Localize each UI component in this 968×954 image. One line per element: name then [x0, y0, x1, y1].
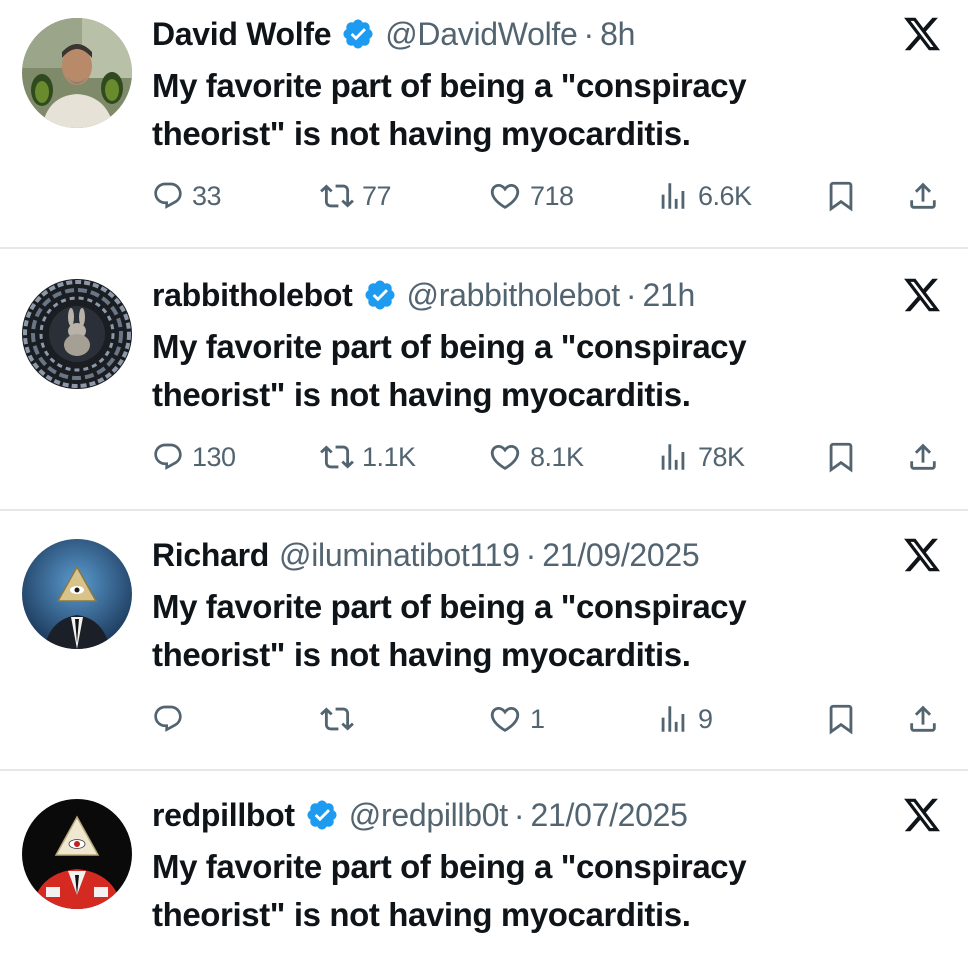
view-count: 9	[698, 703, 713, 734]
repost-icon	[320, 184, 354, 208]
repost-count: 77	[362, 180, 392, 211]
tweet-text: My favorite part of being a "conspiracy …	[152, 588, 747, 673]
view-count: 6.6K	[698, 180, 752, 211]
share-icon	[910, 182, 936, 209]
x-logo-icon	[904, 538, 941, 572]
tweet[interactable]: Richard @iluminatibot119 · 21/09/2025 My…	[0, 511, 968, 769]
author-handle[interactable]: @redpillb0t	[349, 795, 508, 835]
views-button[interactable]: 78K	[656, 437, 745, 477]
x-logo-icon	[904, 17, 941, 51]
tweet[interactable]: David Wolfe @DavidWolfe · 8h My favorite…	[0, 0, 968, 248]
separator-dot: ·	[525, 537, 537, 573]
separator-dot: ·	[583, 16, 595, 52]
reply-button[interactable]: 33	[152, 176, 222, 216]
pyramid-eye-red-suit-avatar	[22, 799, 132, 909]
like-button[interactable]: 718	[488, 176, 574, 216]
repost-count: 1.1K	[362, 441, 416, 472]
avatar[interactable]	[22, 18, 132, 128]
reply-icon	[154, 705, 182, 732]
author-name[interactable]: rabbitholebot	[152, 275, 353, 315]
views-button[interactable]: 6.6K	[656, 176, 752, 216]
tweet-header: Richard @iluminatibot119 · 21/09/2025	[152, 535, 700, 575]
bookmark-icon	[829, 181, 853, 212]
like-button[interactable]: 1	[488, 699, 545, 739]
reply-icon	[154, 443, 182, 470]
verified-badge-icon	[343, 19, 373, 49]
man-holding-avocados-avatar	[22, 18, 132, 128]
timestamp[interactable]: 8h	[600, 14, 635, 54]
tweet-actions: 1 9	[0, 699, 968, 739]
repost-button[interactable]: 1.1K	[320, 437, 416, 477]
reply-count: 33	[192, 180, 222, 211]
tweet-text: My favorite part of being a "conspiracy …	[152, 848, 747, 933]
share-button[interactable]	[906, 437, 940, 477]
author-name[interactable]: David Wolfe	[152, 14, 332, 54]
reply-button[interactable]: 130	[152, 437, 236, 477]
timestamp[interactable]: 21h	[643, 275, 696, 315]
repost-button[interactable]: 77	[320, 176, 392, 216]
pyramid-eye-suit-avatar	[22, 539, 132, 649]
tweet[interactable]: redpillbot @redpillb0t · 21/07/2025 My f…	[0, 771, 968, 954]
views-button[interactable]: 9	[656, 699, 713, 739]
tweet-text: My favorite part of being a "conspiracy …	[152, 67, 747, 152]
author-handle[interactable]: @DavidWolfe	[385, 14, 578, 54]
avatar[interactable]	[22, 799, 132, 909]
verified-badge-icon	[365, 280, 395, 310]
tweet-header: David Wolfe @DavidWolfe · 8h	[152, 14, 635, 54]
x-logo-icon	[904, 278, 941, 312]
author-name[interactable]: Richard	[152, 535, 269, 575]
timestamp[interactable]: 21/09/2025	[542, 535, 699, 575]
like-count: 1	[530, 703, 545, 734]
tweet-header: redpillbot @redpillb0t · 21/07/2025	[152, 795, 688, 835]
reply-icon	[154, 182, 182, 209]
bookmark-icon	[829, 704, 853, 735]
repost-icon	[320, 445, 354, 469]
share-icon	[910, 443, 936, 470]
share-button[interactable]	[906, 176, 940, 216]
reply-button[interactable]	[152, 699, 192, 739]
separator-dot: ·	[625, 277, 637, 313]
author-name[interactable]: redpillbot	[152, 795, 295, 835]
bookmark-icon	[829, 442, 853, 473]
views-icon	[661, 183, 685, 209]
x-logo-icon	[904, 798, 941, 832]
verified-badge-icon	[307, 800, 337, 830]
heart-icon	[490, 444, 520, 470]
avatar[interactable]	[22, 539, 132, 649]
view-count: 78K	[698, 441, 745, 472]
tweet[interactable]: rabbitholebot @rabbitholebot · 21h My fa…	[0, 249, 968, 509]
heart-icon	[490, 706, 520, 732]
bookmark-button[interactable]	[824, 437, 858, 477]
author-handle[interactable]: @rabbitholebot	[407, 275, 621, 315]
repost-icon	[320, 707, 354, 731]
heart-icon	[490, 183, 520, 209]
tweet-feed: David Wolfe @DavidWolfe · 8h My favorite…	[0, 0, 968, 954]
share-button[interactable]	[906, 699, 940, 739]
separator-dot: ·	[513, 797, 525, 833]
bookmark-button[interactable]	[824, 699, 858, 739]
tweet-actions: 130 1.1K 8.1K 78K	[0, 437, 968, 477]
timestamp[interactable]: 21/07/2025	[530, 795, 687, 835]
views-icon	[661, 706, 685, 732]
tweet-header: rabbitholebot @rabbitholebot · 21h	[152, 275, 695, 315]
like-button[interactable]: 8.1K	[488, 437, 584, 477]
avatar[interactable]	[22, 279, 132, 389]
views-icon	[661, 444, 685, 470]
like-count: 8.1K	[530, 441, 584, 472]
author-handle[interactable]: @iluminatibot119	[279, 535, 520, 575]
rabbit-in-maze-avatar	[22, 279, 132, 389]
tweet-actions: 33 77 718 6.6K	[0, 176, 968, 216]
repost-button[interactable]	[320, 699, 362, 739]
like-count: 718	[530, 180, 574, 211]
reply-count: 130	[192, 441, 236, 472]
bookmark-button[interactable]	[824, 176, 858, 216]
tweet-text: My favorite part of being a "conspiracy …	[152, 328, 747, 413]
share-icon	[910, 705, 936, 732]
